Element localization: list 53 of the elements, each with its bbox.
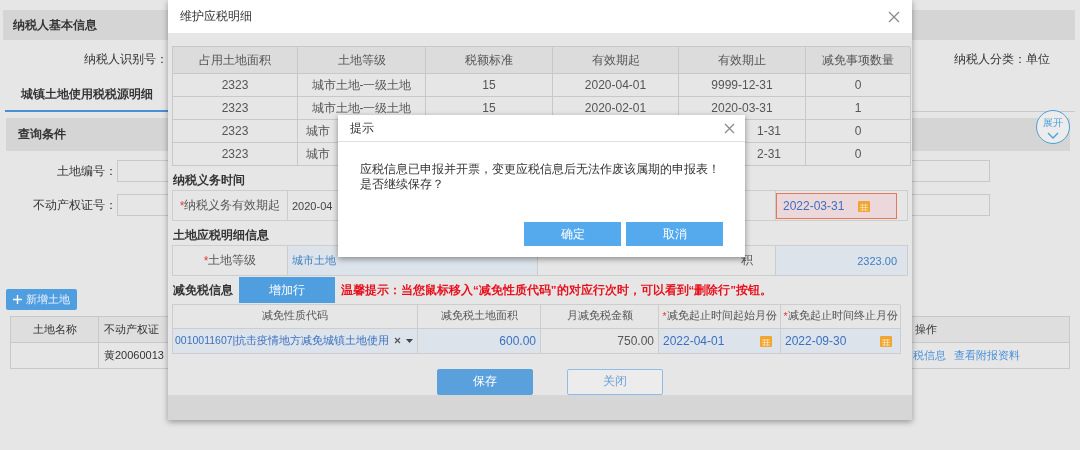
area-field[interactable]: 600.00 (418, 328, 540, 353)
column-header: 减免税土地面积 (418, 304, 541, 329)
table-cell: 0 (806, 120, 911, 143)
confirm-button[interactable]: 确定 (524, 222, 621, 246)
modal-title: 维护应税明细 (180, 8, 252, 25)
column-header: 减免事项数量 (806, 47, 911, 74)
add-row-button[interactable]: 增加行 (239, 277, 335, 304)
table-cell: 2323 (173, 97, 298, 120)
query-title: 查询条件 (18, 126, 66, 143)
form-value: 2323.00 (776, 246, 907, 276)
field-label: 土地编号： (56, 162, 117, 180)
form-label: *纳税义务有效期起 (173, 191, 288, 221)
cancel-button[interactable]: 取消 (626, 222, 723, 246)
column-header: *减免起止时间起始月份 (659, 304, 781, 329)
field-label: 纳税人识别号： (83, 50, 168, 68)
table-cell: 2020-04-01 (553, 74, 679, 97)
column-header: 土地等级 (298, 47, 426, 74)
dialog-title: 提示 (350, 119, 374, 137)
taxpayer-type: 纳税人分类：单位 (954, 50, 1050, 68)
column-header: 减免性质代码 (173, 304, 418, 329)
table-cell: 0 (806, 74, 911, 97)
field-label: 不动产权证号： (32, 196, 117, 214)
table-cell: 0 (806, 143, 911, 166)
action-link[interactable]: 查看附报资料 (954, 348, 1020, 363)
table-cell: 2323 (173, 74, 298, 97)
table-cell: 城市土地-一级土地 (298, 74, 426, 97)
section-title: 减免税信息 (173, 281, 233, 299)
column-header: 占用土地面积 (173, 47, 298, 74)
table-cell: 9999-12-31 (679, 74, 806, 97)
expand-button[interactable]: 展开 (1036, 110, 1070, 144)
column-header: 税额标准 (426, 47, 553, 74)
date-field[interactable]: 2022-03-31 (776, 192, 897, 219)
close-button[interactable]: 关闭 (567, 368, 663, 395)
section-title: 土地应税明细信息 (173, 227, 269, 245)
column-header: 月减免税金额 (541, 304, 659, 329)
section-title: 纳税义务时间 (173, 172, 245, 189)
warning-text: 温馨提示：当您鼠标移入“减免性质代码”的对应行次时，可以看到“删除行”按钮。 (341, 282, 772, 298)
table-cell: 1 (806, 97, 911, 120)
add-land-button[interactable]: 新增土地 (6, 289, 77, 310)
column-header: *减免起止时间终止月份 (781, 304, 901, 329)
table-cell: 2323 (173, 143, 298, 166)
save-button[interactable]: 保存 (437, 368, 533, 395)
month-field[interactable]: 2022-09-30 (781, 328, 900, 353)
code-select[interactable]: 0010011607|抗击疫情地方减免城镇土地使用 (173, 328, 417, 353)
dialog-message: 是否继续保存？ (360, 177, 445, 192)
table-cell: 15 (426, 74, 553, 97)
column-header: 有效期止 (679, 47, 806, 74)
table-cell: 2323 (173, 120, 298, 143)
month-field[interactable]: 2022-04-01 (659, 328, 780, 353)
column-header: 有效期起 (553, 47, 679, 74)
column-header: 土地名称 (11, 317, 99, 342)
action-link[interactable]: 税信息 (913, 348, 946, 363)
column-header: 操作 (914, 322, 938, 337)
